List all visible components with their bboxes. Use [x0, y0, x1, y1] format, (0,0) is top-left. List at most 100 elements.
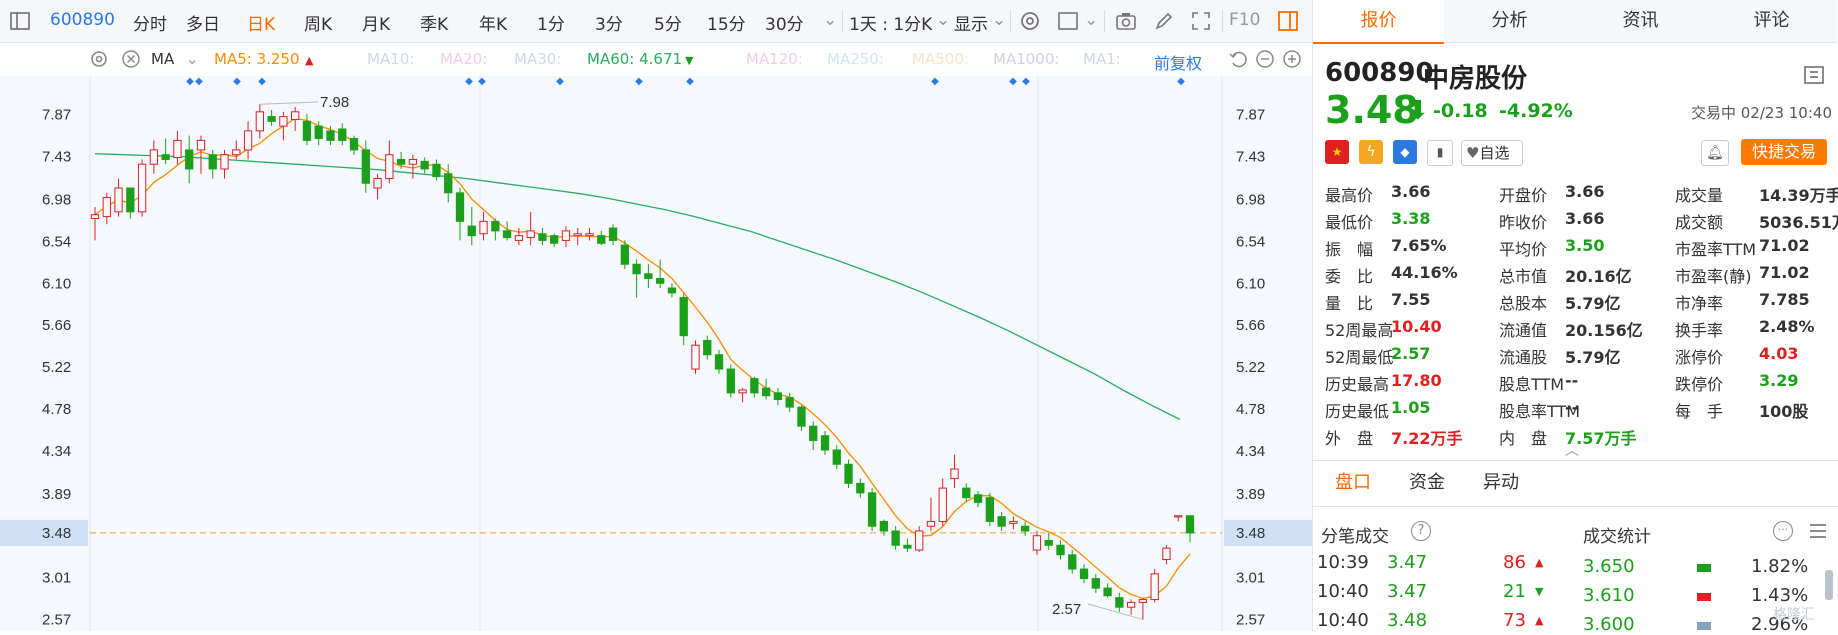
tab-30min[interactable]: 30分	[765, 10, 804, 35]
quote-code: 600890	[1325, 58, 1434, 88]
tick-down-arrow-icon: ▼	[1535, 585, 1544, 598]
fullscreen-icon[interactable]	[1189, 9, 1213, 33]
candle-body	[291, 111, 300, 120]
tab-quarterly-k[interactable]: 季K	[420, 10, 448, 35]
ma-selector-dropdown-icon[interactable]: ⌄	[186, 50, 199, 68]
tab-5min[interactable]: 5分	[654, 10, 682, 35]
tab-monthly-k[interactable]: 月K	[362, 10, 390, 35]
y-tick-label-left: 6.54	[42, 233, 71, 250]
period-dropdown-icon[interactable]: ⌄	[823, 10, 837, 30]
tab-unusual[interactable]: 异动	[1483, 468, 1519, 494]
bookmark-icon[interactable]: ▮	[1427, 140, 1453, 166]
tab-orderbook[interactable]: 盘口	[1335, 468, 1371, 494]
zoom-out-icon[interactable]	[1254, 48, 1278, 72]
y-tick-label-left: 4.78	[42, 401, 71, 418]
stat-bar	[1697, 593, 1711, 601]
candle-body	[243, 130, 253, 151]
candle-body	[126, 187, 135, 213]
kline-chart[interactable]: 7.87 7.87 7.43 7.43 6.98 6.98 6.54 6.54 6.10 6.10…	[0, 76, 1312, 631]
range-dropdown-icon[interactable]: ⌄	[936, 10, 950, 30]
ma60-arrow-icon: ▼	[685, 54, 694, 67]
y-tick-label-left: 6.98	[42, 191, 71, 208]
candle-body	[714, 354, 724, 370]
tab-yearly-k[interactable]: 年K	[479, 10, 507, 35]
candle-body	[1126, 601, 1136, 608]
candle-body	[820, 435, 830, 451]
zoom-in-icon[interactable]	[1281, 48, 1305, 72]
candle-body	[903, 544, 912, 549]
candle-body	[1103, 587, 1112, 597]
tab-comments[interactable]: 评论	[1706, 0, 1837, 43]
candle-body	[738, 389, 747, 394]
watermark: 格隆汇	[1773, 607, 1815, 623]
display-dropdown-icon[interactable]: ⌄	[992, 10, 1006, 30]
ma-settings-icon[interactable]	[88, 48, 112, 72]
tab-weekly-k[interactable]: 周K	[304, 10, 332, 35]
y-tick-label-left: 7.87	[42, 107, 71, 124]
candle-body	[926, 520, 936, 527]
tab-3min[interactable]: 3分	[595, 10, 623, 35]
kline-svg[interactable]: 7.87 7.87 7.43 7.43 6.98 6.98 6.54 6.54 6.10 6.10…	[0, 76, 1312, 631]
ma-close-icon[interactable]	[120, 48, 144, 72]
settings-icon[interactable]	[1018, 9, 1042, 33]
stat-value: 71.02	[1759, 236, 1810, 255]
tab-capital[interactable]: 资金	[1409, 468, 1445, 494]
sidebar-toggle-icon[interactable]	[8, 9, 32, 33]
tab-multiday[interactable]: 多日	[186, 10, 220, 35]
stat-label: 最低价	[1325, 213, 1374, 232]
candle-body	[867, 492, 877, 527]
tab-news[interactable]: 资讯	[1575, 0, 1706, 43]
alert-bell-icon[interactable]: 🔔︎	[1701, 140, 1729, 166]
candle-body	[232, 149, 241, 156]
watchlist-button[interactable]: ♥自选	[1461, 140, 1523, 166]
y-tick-label-right: 4.78	[1236, 401, 1265, 418]
candle-body	[338, 128, 347, 141]
watchlist-label: 自选	[1479, 144, 1510, 162]
tab-quote[interactable]: 报价	[1313, 0, 1444, 44]
tab-1min[interactable]: 1分	[537, 10, 565, 35]
candle-body	[361, 149, 370, 184]
f10-button[interactable]: F10	[1229, 10, 1260, 30]
candle-body	[1185, 515, 1195, 534]
event-marker-icon: ◆	[233, 76, 241, 87]
range-select[interactable]: 1天 : 1分K	[849, 10, 932, 35]
tab-daily-k[interactable]: 日K	[247, 10, 275, 35]
event-marker-icon: ◆	[258, 76, 266, 87]
lightning-icon[interactable]: ϟ	[1359, 140, 1383, 164]
more-icon[interactable]: ···	[1773, 521, 1793, 541]
camera-icon[interactable]	[1114, 9, 1138, 33]
candle-body	[279, 116, 288, 127]
candle-body	[879, 520, 889, 532]
collapse-chevron-icon[interactable]: ︿	[1565, 440, 1579, 460]
layout-dropdown-icon[interactable]: ⌄	[1084, 10, 1098, 30]
candle-body	[985, 497, 994, 522]
help-icon[interactable]: ?	[1411, 521, 1431, 541]
scrollbar[interactable]	[1825, 570, 1833, 600]
stat-label: 外 盘	[1325, 429, 1374, 448]
stats-title: 成交统计	[1583, 527, 1651, 547]
expand-panel-icon[interactable]	[1803, 64, 1825, 90]
stat-bar	[1697, 564, 1711, 572]
tab-15min[interactable]: 15分	[707, 10, 746, 35]
adjust-toggle[interactable]: 前复权	[1154, 50, 1202, 74]
stat-value: 14.39万手	[1759, 186, 1838, 205]
stat-bar	[1697, 622, 1711, 630]
tick-up-arrow-icon: ▲	[1535, 614, 1544, 627]
stat-value: 71.02	[1759, 263, 1810, 282]
quick-trade-button[interactable]: 快捷交易	[1741, 139, 1827, 165]
tag-icon[interactable]: ◆	[1393, 140, 1417, 164]
candle-body	[396, 158, 406, 165]
draw-pen-icon[interactable]	[1152, 9, 1176, 33]
display-menu[interactable]: 显示	[954, 10, 988, 35]
layout-icon[interactable]	[1056, 9, 1080, 33]
undo-icon[interactable]	[1227, 48, 1251, 72]
candle-body	[314, 125, 323, 139]
list-view-icon[interactable]	[1807, 520, 1829, 546]
tab-analysis[interactable]: 分析	[1444, 0, 1575, 43]
stat-label: 52周最高	[1325, 321, 1394, 340]
low-annotation: 2.57	[1052, 601, 1081, 618]
y-tick-label-right: 2.57	[1236, 612, 1265, 629]
ma-selector[interactable]: MA	[151, 50, 174, 68]
tab-fenshi[interactable]: 分时	[133, 10, 167, 35]
side-panel-icon[interactable]	[1276, 9, 1300, 33]
